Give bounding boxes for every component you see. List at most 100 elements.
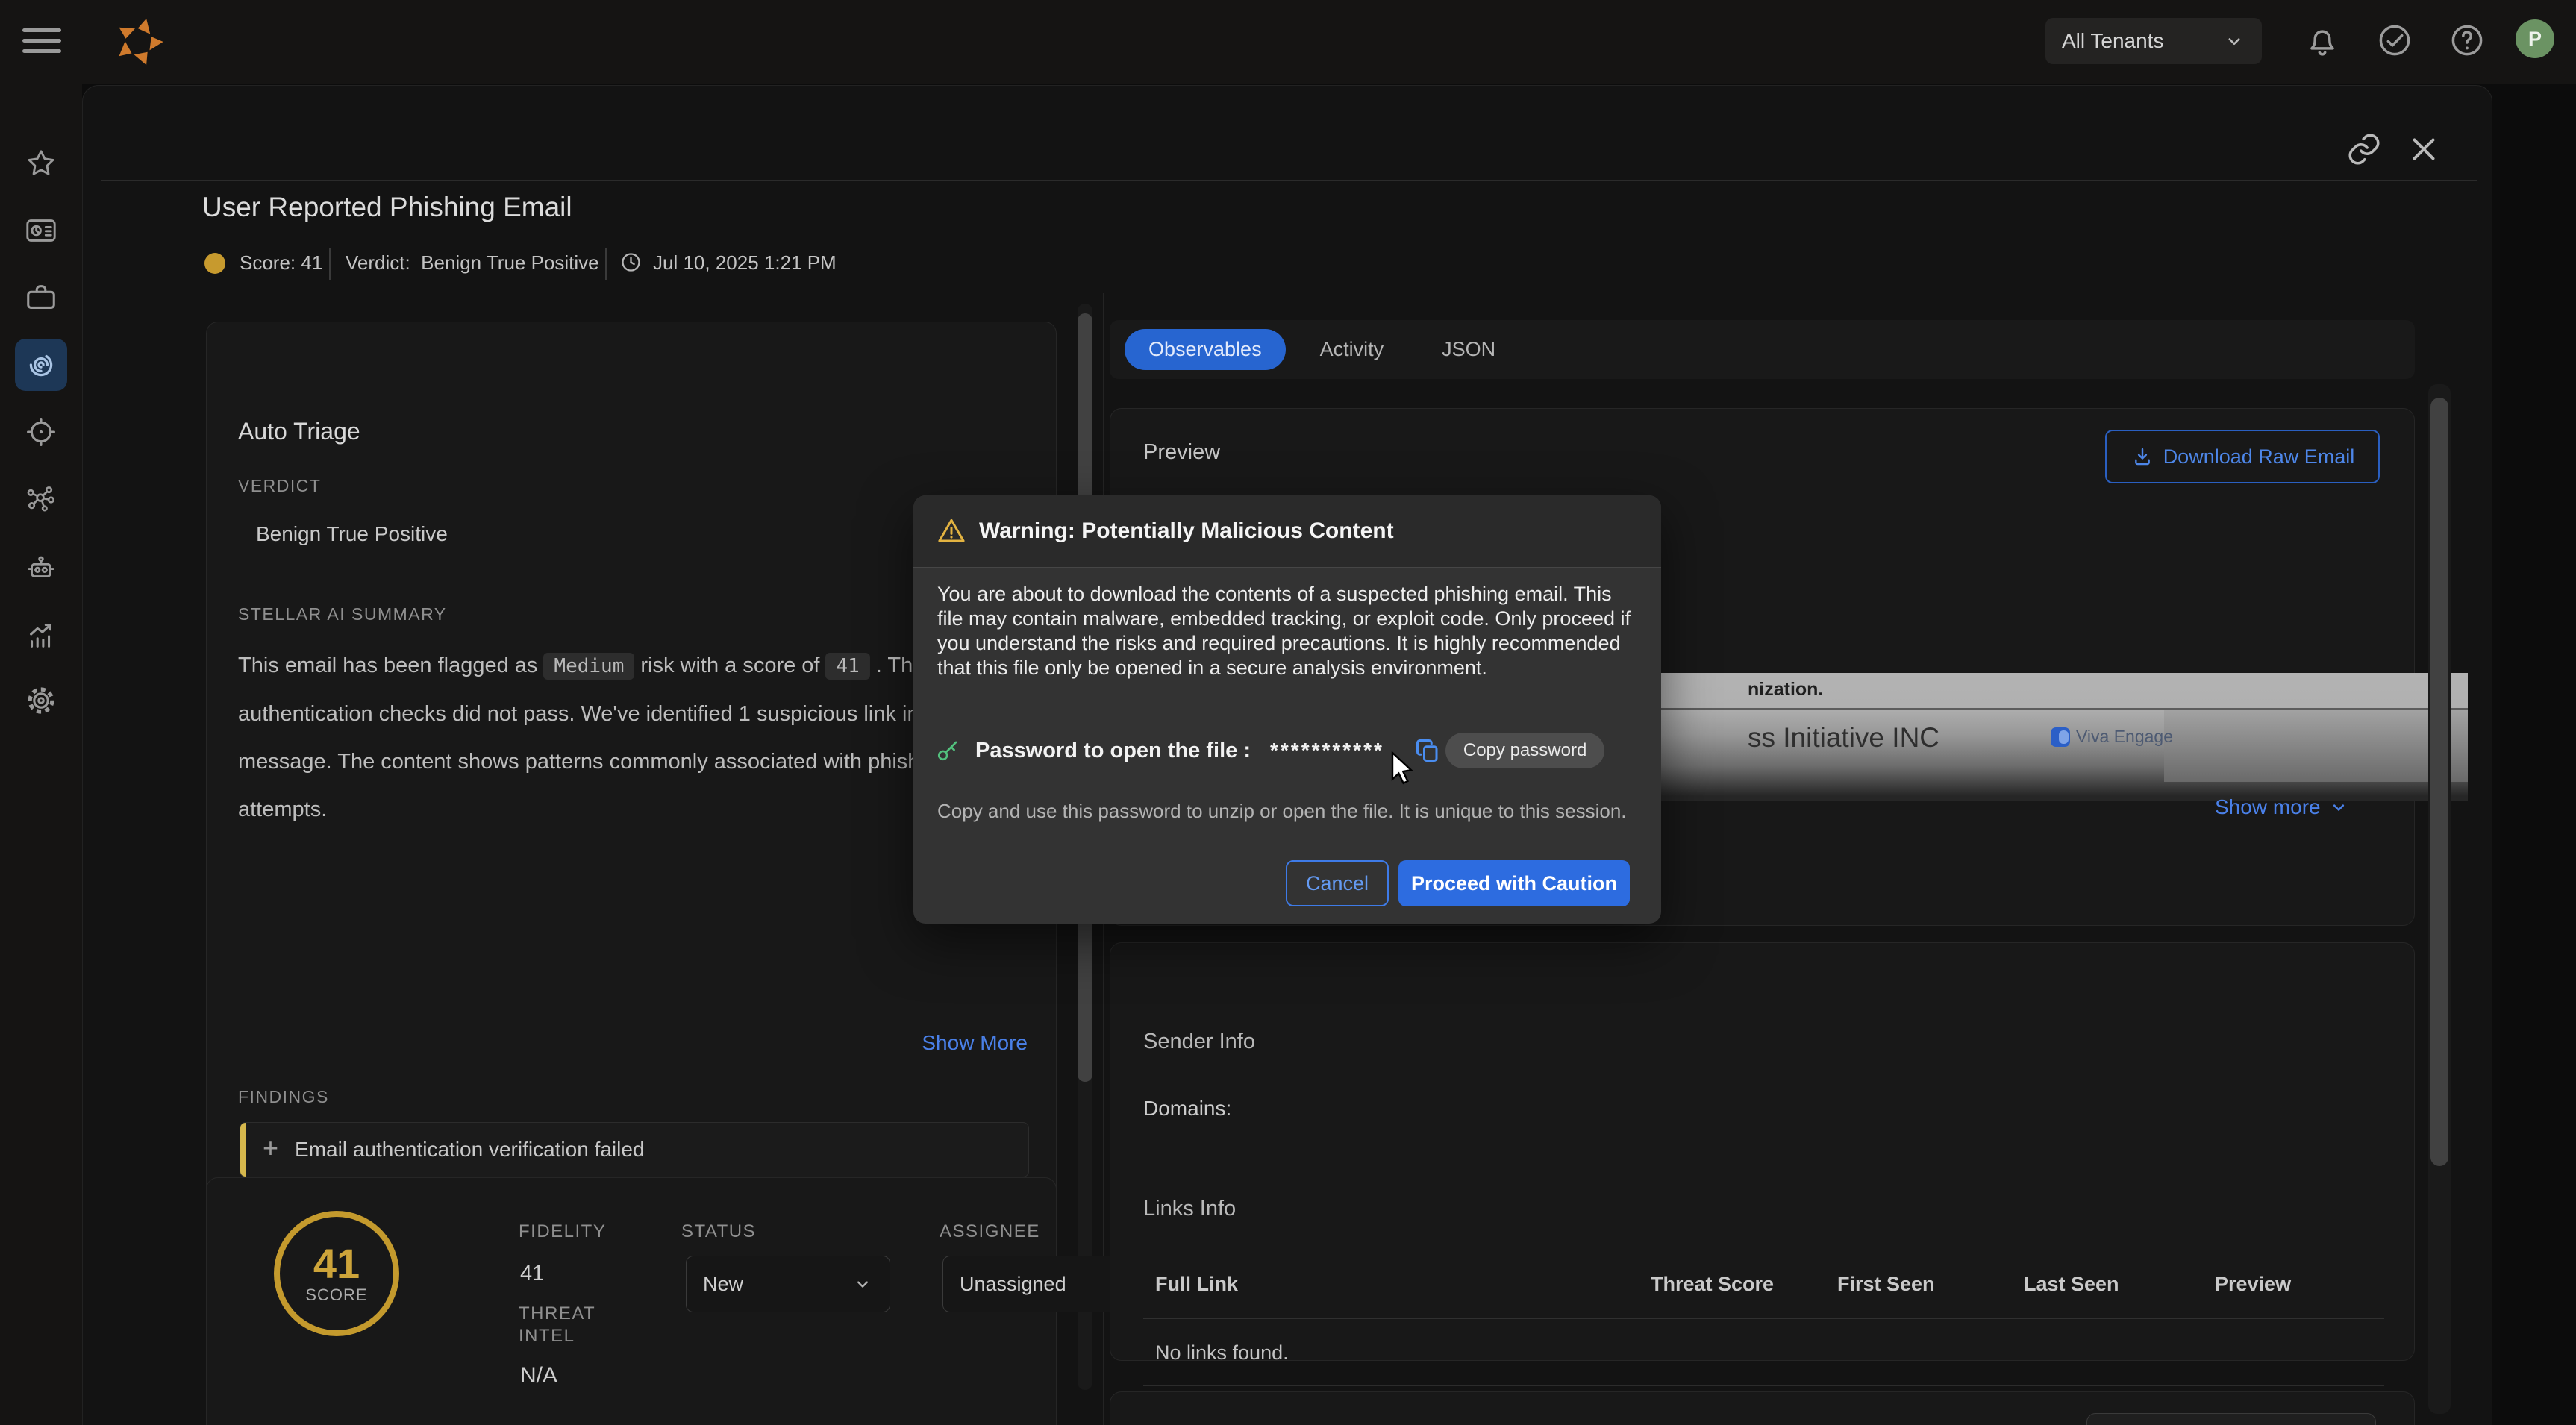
meta-timestamp: Jul 10, 2025 1:21 PM — [653, 251, 837, 275]
finding-label: Email authentication verification failed — [295, 1138, 644, 1162]
sidebar-item-threat-hunting[interactable] — [15, 406, 67, 458]
links-info-heading: Links Info — [1143, 1197, 1236, 1221]
hamburger-menu-icon[interactable] — [22, 28, 61, 55]
auto-triage-heading: Auto Triage — [238, 418, 360, 445]
status-value: New — [703, 1273, 852, 1296]
header-divider — [101, 180, 2477, 181]
empty-message: No links found. — [1155, 1341, 1289, 1365]
column-header-first-seen: First Seen — [1837, 1273, 1935, 1296]
copy-password-tooltip[interactable]: Copy password — [1445, 733, 1604, 768]
chart-trend-icon — [24, 618, 58, 652]
chevron-down-icon — [852, 1274, 873, 1294]
email-right-pane — [2164, 710, 2468, 782]
column-header-threat-score: Threat Score — [1651, 1273, 1774, 1296]
assignee-value: Unassigned — [960, 1273, 1110, 1296]
viva-engage-badge: Viva Engage — [2051, 727, 2173, 747]
help-question-circle-icon[interactable] — [2448, 21, 2486, 60]
threat-intel-label-2: INTEL — [519, 1326, 575, 1347]
domains-label: Domains: — [1143, 1097, 1231, 1121]
threat-intel-value: N/A — [520, 1363, 557, 1388]
tab-json[interactable]: JSON — [1418, 329, 1519, 370]
assignee-label: ASSIGNEE — [940, 1221, 1040, 1242]
preview-show-more-link[interactable]: Show more — [2215, 795, 2349, 819]
dashboard-icon — [24, 213, 58, 248]
meta-separator — [329, 248, 331, 280]
modal-title: Warning: Potentially Malicious Content — [979, 519, 1394, 544]
spiral-icon — [24, 348, 58, 382]
clock-icon — [619, 250, 643, 275]
copy-link-icon[interactable] — [2345, 131, 2383, 168]
ai-summary-text: This email has been flagged asMediumrisk… — [238, 642, 1031, 833]
topbar: All Tenants P — [0, 0, 2576, 84]
email-text-fragment: nization. — [1748, 679, 1823, 701]
sidebar-item-favorites[interactable] — [15, 137, 67, 190]
column-header-preview: Preview — [2215, 1273, 2291, 1296]
viva-engage-label: Viva Engage — [2076, 727, 2173, 747]
page-title: User Reported Phishing Email — [202, 192, 572, 223]
tenant-selector[interactable]: All Tenants — [2045, 18, 2262, 64]
close-icon[interactable] — [2405, 131, 2442, 168]
tab-activity[interactable]: Activity — [1296, 329, 1408, 370]
mouse-cursor — [1385, 749, 1421, 785]
network-graph-icon — [24, 482, 58, 516]
modal-header: Warning: Potentially Malicious Content — [913, 495, 1661, 568]
sidebar — [0, 84, 82, 1425]
sidebar-item-cases[interactable] — [15, 272, 67, 324]
meta-separator — [605, 248, 607, 280]
sidebar-item-detections[interactable] — [15, 339, 67, 391]
score-caption: SCORE — [305, 1285, 367, 1305]
column-header-last-seen: Last Seen — [2024, 1273, 2119, 1296]
download-button-label: Download Raw Email — [2163, 445, 2355, 469]
column-header-full-link: Full Link — [1155, 1273, 1238, 1296]
sender-links-card: Sender Info Domains: Links Info Full Lin… — [1110, 942, 2415, 1361]
password-label: Password to open the file : — [975, 739, 1251, 763]
links-table-empty-row: No links found. — [1143, 1321, 2384, 1386]
cancel-button[interactable]: Cancel — [1286, 860, 1389, 906]
viva-engage-logo-icon — [2051, 727, 2070, 747]
brand-logo-icon[interactable] — [110, 13, 167, 70]
threat-intel-label-1: THREAT — [519, 1303, 595, 1324]
malicious-content-warning-modal: Warning: Potentially Malicious Content Y… — [913, 495, 1661, 924]
sidebar-item-dashboards[interactable] — [15, 204, 67, 257]
download-raw-email-button[interactable]: Download Raw Email — [2105, 430, 2380, 483]
score-status-dot — [204, 253, 225, 274]
tab-observables[interactable]: Observables — [1125, 329, 1286, 370]
fidelity-value: 41 — [520, 1262, 544, 1286]
user-avatar[interactable]: P — [2516, 19, 2554, 58]
status-dropdown[interactable]: New — [686, 1256, 890, 1312]
right-scrollbar-thumb[interactable] — [2430, 398, 2448, 1166]
avatar-initial: P — [2528, 28, 2542, 51]
modal-body-text: You are about to download the contents o… — [937, 582, 1637, 680]
download-icon — [2130, 445, 2154, 469]
password-row: Password to open the file : *********** … — [934, 733, 1604, 768]
warning-triangle-icon — [936, 516, 967, 547]
finding-accent-bar — [240, 1123, 246, 1177]
tenant-selector-value: All Tenants — [2062, 29, 2223, 53]
status-label: STATUS — [681, 1221, 756, 1242]
star-icon — [25, 147, 57, 180]
summary-show-more-link[interactable]: Show More — [878, 1031, 1028, 1055]
key-icon — [934, 736, 962, 765]
sidebar-item-settings[interactable] — [15, 674, 67, 727]
score-card: 41 SCORE FIDELITY 41 THREAT INTEL N/A ST… — [206, 1177, 1057, 1425]
next-section-card — [1110, 1391, 2415, 1425]
sidebar-item-reports[interactable] — [15, 609, 67, 661]
status-check-circle-icon[interactable] — [2375, 21, 2414, 60]
copy-tooltip-label: Copy password — [1463, 740, 1586, 761]
meta-score: Score: 41 — [240, 251, 322, 275]
finding-row-auth-failed[interactable]: + Email authentication verification fail… — [240, 1122, 1029, 1177]
links-table-header: Full Link Threat Score First Seen Last S… — [1143, 1247, 2384, 1319]
ai-summary-label: STELLAR AI SUMMARY — [238, 604, 447, 624]
gear-icon — [24, 683, 58, 718]
score-circle: 41 SCORE — [274, 1211, 399, 1336]
verdict-label: VERDICT — [238, 476, 321, 496]
partial-button[interactable] — [2086, 1413, 2376, 1425]
meta-verdict: Verdict: Benign True Positive — [346, 251, 599, 275]
expand-plus-icon: + — [263, 1133, 278, 1164]
sidebar-item-automation[interactable] — [15, 542, 67, 594]
sidebar-item-correlation[interactable] — [15, 473, 67, 525]
score-value: 41 — [313, 1242, 360, 1285]
proceed-with-caution-button[interactable]: Proceed with Caution — [1398, 860, 1630, 906]
verdict-value: Benign True Positive — [256, 522, 448, 546]
notifications-bell-icon[interactable] — [2303, 21, 2342, 60]
